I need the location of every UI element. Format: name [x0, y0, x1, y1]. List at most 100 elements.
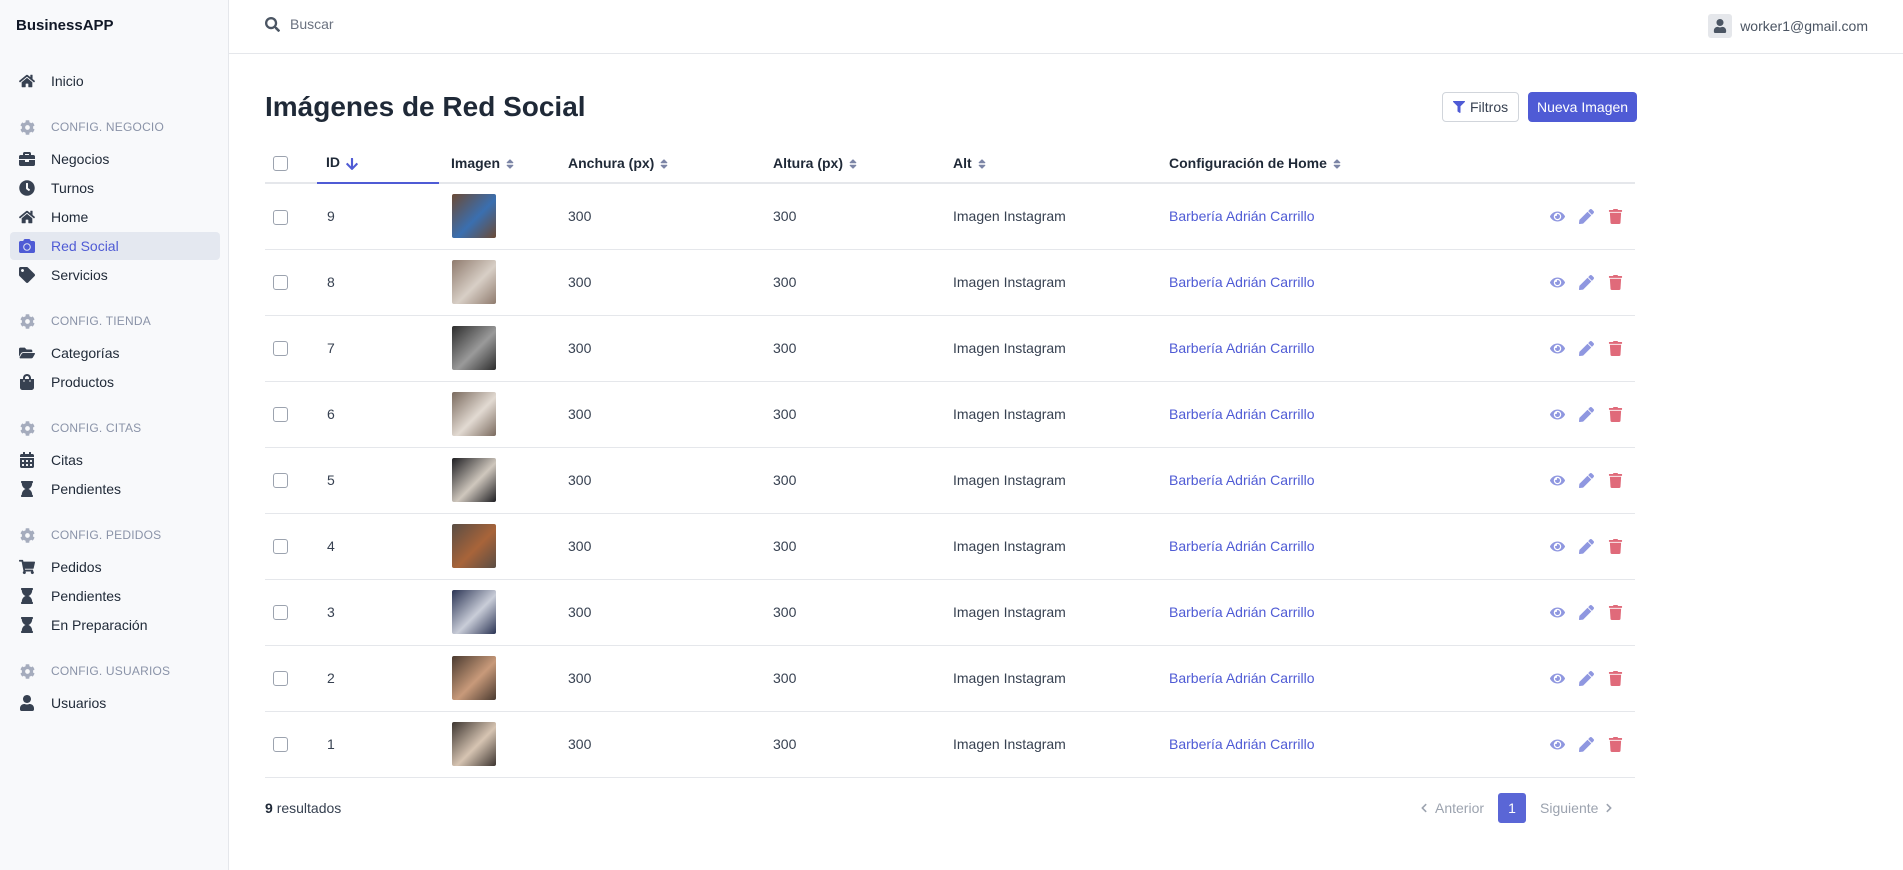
pencil-icon[interactable]: [1579, 208, 1594, 224]
cell-width: 300: [568, 736, 592, 752]
pencil-icon[interactable]: [1579, 274, 1594, 290]
table-row[interactable]: 9 300 300 Imagen Instagram Barbería Adrián C…: [265, 183, 1635, 250]
pencil-icon[interactable]: [1579, 406, 1594, 422]
next-page-button[interactable]: Siguiente: [1540, 800, 1613, 816]
home-config-link[interactable]: Barbería Adrián Carrillo: [1169, 538, 1315, 554]
sidebar-item-turnos[interactable]: Turnos: [10, 174, 220, 202]
image-thumbnail[interactable]: [452, 326, 496, 370]
row-checkbox[interactable]: [273, 671, 288, 687]
eye-icon[interactable]: [1550, 737, 1565, 752]
table-row[interactable]: 3 300 300 Imagen Instagram Barbería Adrián C…: [265, 579, 1635, 646]
table-row[interactable]: 6 300 300 Imagen Instagram Barbería Adrián C…: [265, 381, 1635, 448]
cell-alt: Imagen Instagram: [953, 670, 1066, 686]
filter-button[interactable]: Filtros: [1442, 92, 1520, 122]
app-brand[interactable]: BusinessAPP: [16, 17, 114, 34]
sidebar-item-usuarios[interactable]: Usuarios: [10, 689, 220, 717]
sidebar-item-servicios[interactable]: Servicios: [10, 261, 220, 289]
home-config-link[interactable]: Barbería Adrián Carrillo: [1169, 604, 1315, 620]
image-thumbnail[interactable]: [452, 194, 496, 239]
row-checkbox[interactable]: [273, 605, 288, 621]
image-thumbnail[interactable]: [452, 260, 496, 304]
eye-icon[interactable]: [1550, 605, 1565, 620]
hourglass-icon: [18, 616, 36, 634]
eye-icon[interactable]: [1550, 407, 1565, 422]
image-thumbnail[interactable]: [452, 656, 496, 700]
sidebar-item-pendientes[interactable]: Pendientes: [10, 582, 220, 610]
pencil-icon[interactable]: [1579, 736, 1594, 752]
new-image-button[interactable]: Nueva Imagen: [1528, 92, 1638, 122]
prev-page-button[interactable]: Anterior: [1420, 800, 1484, 816]
sidebar-item-inicio[interactable]: Inicio: [10, 67, 220, 95]
user-menu[interactable]: worker1@gmail.com: [1708, 14, 1868, 38]
eye-icon[interactable]: [1550, 275, 1565, 290]
table-row[interactable]: 8 300 300 Imagen Instagram Barbería Adrián C…: [265, 249, 1635, 316]
row-checkbox[interactable]: [273, 275, 288, 291]
eye-icon[interactable]: [1550, 341, 1565, 356]
home-config-link[interactable]: Barbería Adrián Carrillo: [1169, 670, 1315, 686]
table-row[interactable]: 5 300 300 Imagen Instagram Barbería Adrián C…: [265, 447, 1635, 514]
pencil-icon[interactable]: [1579, 472, 1594, 488]
table-row[interactable]: 7 300 300 Imagen Instagram Barbería Adrián C…: [265, 315, 1635, 382]
trash-icon[interactable]: [1608, 406, 1623, 422]
select-all-checkbox[interactable]: [273, 155, 288, 171]
trash-icon[interactable]: [1608, 472, 1623, 488]
table-header-row: ID Imagen Anchura (px) Altura (px) Alt C…: [265, 143, 1635, 184]
row-checkbox[interactable]: [273, 209, 288, 225]
home-config-link[interactable]: Barbería Adrián Carrillo: [1169, 340, 1315, 356]
cart-icon: [18, 558, 36, 576]
sidebar-item-citas[interactable]: Citas: [10, 446, 220, 474]
trash-icon[interactable]: [1608, 274, 1623, 290]
pencil-icon[interactable]: [1579, 340, 1594, 356]
sidebar-item-negocios[interactable]: Negocios: [10, 145, 220, 173]
trash-icon[interactable]: [1608, 736, 1623, 752]
cell-width: 300: [568, 340, 592, 356]
home-config-link[interactable]: Barbería Adrián Carrillo: [1169, 208, 1315, 224]
sidebar-item-red-social[interactable]: Red Social: [10, 232, 220, 260]
cell-id: 7: [327, 340, 335, 356]
eye-icon[interactable]: [1550, 539, 1565, 554]
image-thumbnail[interactable]: [452, 590, 496, 634]
trash-icon[interactable]: [1608, 538, 1623, 554]
sidebar-item-categorias[interactable]: Categorías: [10, 339, 220, 367]
trash-icon[interactable]: [1608, 340, 1623, 356]
sidebar-item-pedidos[interactable]: Pedidos: [10, 553, 220, 581]
table-row[interactable]: 2 300 300 Imagen Instagram Barbería Adrián C…: [265, 645, 1635, 712]
cell-id: 4: [327, 538, 335, 554]
row-checkbox[interactable]: [273, 539, 288, 555]
home-config-link[interactable]: Barbería Adrián Carrillo: [1169, 274, 1315, 290]
eye-icon[interactable]: [1550, 671, 1565, 686]
table-row[interactable]: 1 300 300 Imagen Instagram Barbería Adrián C…: [265, 711, 1635, 778]
row-checkbox[interactable]: [273, 473, 288, 489]
home-config-link[interactable]: Barbería Adrián Carrillo: [1169, 472, 1315, 488]
sidebar-item-en-preparacion[interactable]: En Preparación: [10, 611, 220, 639]
page-1-button[interactable]: 1: [1498, 793, 1527, 823]
row-checkbox[interactable]: [273, 407, 288, 423]
eye-icon[interactable]: [1550, 209, 1565, 224]
pencil-icon[interactable]: [1579, 604, 1594, 620]
sidebar-item-productos[interactable]: Productos: [10, 368, 220, 396]
trash-icon[interactable]: [1608, 670, 1623, 686]
image-thumbnail[interactable]: [452, 392, 496, 436]
home-config-link[interactable]: Barbería Adrián Carrillo: [1169, 406, 1315, 422]
trash-icon[interactable]: [1608, 604, 1623, 620]
image-thumbnail[interactable]: [452, 458, 496, 502]
pencil-icon[interactable]: [1579, 670, 1594, 686]
pencil-icon[interactable]: [1579, 538, 1594, 554]
column-header-alt[interactable]: Alt: [941, 143, 1157, 184]
column-header-home[interactable]: Configuración de Home: [1157, 143, 1457, 184]
image-thumbnail[interactable]: [452, 524, 496, 568]
sidebar-item-pendientes[interactable]: Pendientes: [10, 475, 220, 503]
column-header-imagen[interactable]: Imagen: [439, 143, 556, 184]
sidebar-item-home[interactable]: Home: [10, 203, 220, 231]
column-header-id[interactable]: ID: [317, 143, 439, 184]
home-config-link[interactable]: Barbería Adrián Carrillo: [1169, 736, 1315, 752]
image-thumbnail[interactable]: [452, 722, 496, 766]
column-header-altura[interactable]: Altura (px): [761, 143, 941, 184]
row-checkbox[interactable]: [273, 341, 288, 357]
column-header-anchura[interactable]: Anchura (px): [556, 143, 761, 184]
eye-icon[interactable]: [1550, 473, 1565, 488]
trash-icon[interactable]: [1608, 208, 1623, 224]
row-checkbox[interactable]: [273, 737, 288, 753]
table-row[interactable]: 4 300 300 Imagen Instagram Barbería Adrián C…: [265, 513, 1635, 580]
search-input[interactable]: [290, 16, 590, 32]
